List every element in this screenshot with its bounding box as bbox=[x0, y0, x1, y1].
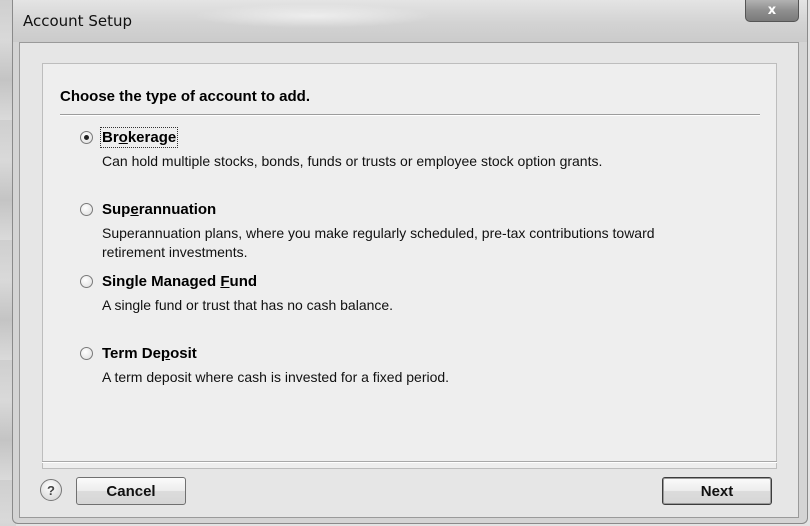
option-superannuation-label[interactable]: Superannuation bbox=[102, 201, 216, 218]
prompt-title: Choose the type of account to add. bbox=[60, 88, 311, 105]
option-term-deposit-label[interactable]: Term Deposit bbox=[102, 345, 197, 362]
account-setup-dialog: Account Setup x Choose the type of accou… bbox=[12, 0, 808, 524]
option-term-deposit-description: A term deposit where cash is invested fo… bbox=[102, 369, 450, 385]
footer-divider bbox=[42, 461, 777, 463]
option-brokerage-label[interactable]: Brokerage bbox=[99, 127, 179, 148]
title-divider bbox=[60, 114, 760, 116]
next-button[interactable]: Next bbox=[662, 477, 772, 505]
option-single-managed-fund-label[interactable]: Single Managed Fund bbox=[102, 273, 257, 290]
option-single-managed-fund-description: A single fund or trust that has no cash … bbox=[102, 297, 394, 313]
option-brokerage-description: Can hold multiple stocks, bonds, funds o… bbox=[102, 153, 603, 169]
radio-single-managed-fund[interactable] bbox=[80, 275, 93, 288]
window-title: Account Setup bbox=[23, 12, 132, 30]
cancel-button[interactable]: Cancel bbox=[76, 477, 186, 505]
close-icon: x bbox=[767, 3, 777, 18]
radio-superannuation[interactable] bbox=[80, 203, 93, 216]
option-superannuation-description: Superannuation plans, where you make reg… bbox=[102, 225, 655, 260]
help-icon: ? bbox=[47, 482, 55, 498]
help-button[interactable]: ? bbox=[40, 479, 62, 501]
account-type-panel: Choose the type of account to add. Broke… bbox=[42, 63, 777, 469]
title-bar-glow bbox=[193, 4, 433, 28]
dialog-body: Choose the type of account to add. Broke… bbox=[19, 42, 799, 518]
radio-brokerage[interactable] bbox=[80, 131, 93, 144]
title-bar[interactable]: Account Setup x bbox=[13, 0, 807, 42]
radio-term-deposit[interactable] bbox=[80, 347, 93, 360]
close-button[interactable]: x bbox=[745, 0, 799, 22]
